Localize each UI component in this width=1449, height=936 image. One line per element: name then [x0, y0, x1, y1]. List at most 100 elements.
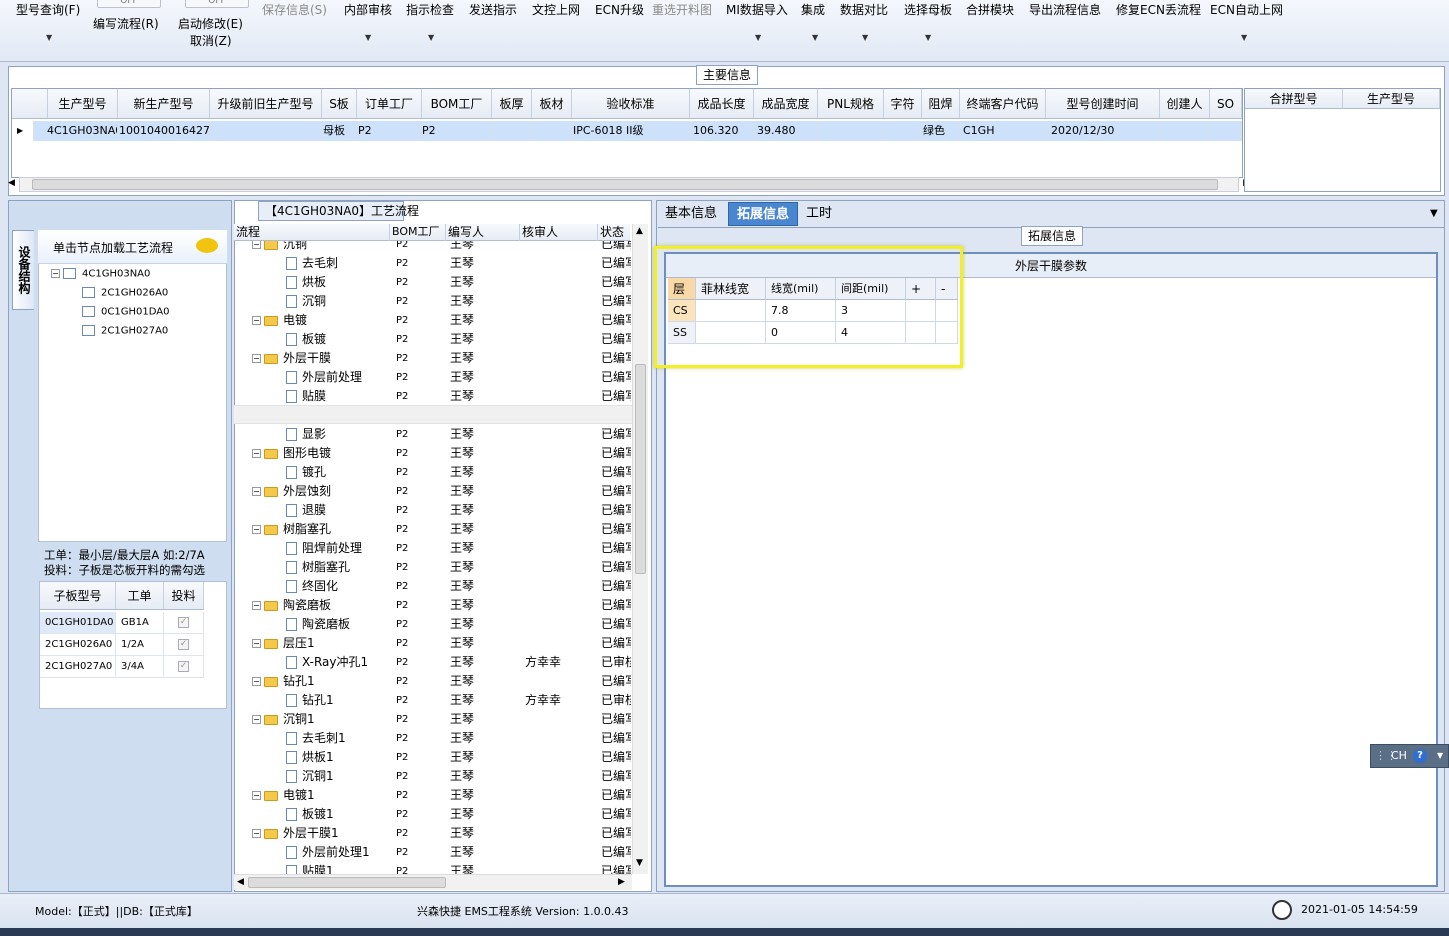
- process-row[interactable]: − 层压1 P2 王琴 已编写: [234, 634, 632, 653]
- scrollbar-thumb[interactable]: [635, 364, 646, 574]
- cell-sub-model[interactable]: 2C1GH027A0: [40, 656, 116, 678]
- collapse-icon[interactable]: −: [252, 316, 261, 325]
- menu-select-mother-board[interactable]: 选择母板: [904, 0, 952, 22]
- scrollbar-thumb[interactable]: [32, 179, 1218, 190]
- process-row[interactable]: 板镀1 P2 王琴 已编写: [234, 805, 632, 824]
- menu-integrate[interactable]: 集成: [801, 0, 825, 22]
- cell-sub-model[interactable]: 0C1GH01DA0: [40, 612, 116, 634]
- cell-sub-model[interactable]: 2C1GH026A0: [40, 634, 116, 656]
- menu-ecn-upgrade[interactable]: ECN升级: [595, 0, 644, 22]
- column-header[interactable]: S板: [322, 89, 357, 119]
- column-header[interactable]: 生产型号: [48, 89, 118, 119]
- process-row[interactable]: − 树脂塞孔 P2 王琴 已编写: [234, 520, 632, 539]
- menu-cancel[interactable]: 取消(Z): [190, 31, 232, 53]
- process-row[interactable]: 板镀 P2 王琴 已编写: [234, 330, 632, 349]
- horizontal-scrollbar[interactable]: ◀ ▶: [234, 874, 632, 890]
- ime-language[interactable]: CH: [1391, 745, 1407, 767]
- cell-create-time[interactable]: 2020/12/30: [1048, 121, 1160, 141]
- scrollbar-thumb[interactable]: [248, 877, 446, 888]
- collapse-icon[interactable]: −: [252, 715, 261, 724]
- menu-send-instruction[interactable]: 发送指示: [469, 0, 517, 22]
- process-row[interactable]: X-Ray冲孔1 P2 王琴 方幸幸 已审核: [234, 653, 632, 672]
- menu-mi-import[interactable]: MI数据导入: [726, 0, 788, 22]
- chevron-down-icon[interactable]: ▼: [46, 33, 52, 42]
- chevron-down-icon[interactable]: ▼: [925, 33, 931, 42]
- help-icon[interactable]: ?: [1413, 749, 1427, 763]
- collapse-icon[interactable]: −: [252, 601, 261, 610]
- cell-model[interactable]: 4C1GH03NA0: [44, 121, 118, 141]
- process-row[interactable]: 外层前处理1 P2 王琴 已编写: [234, 843, 632, 862]
- process-row[interactable]: 镀孔 P2 王琴 已编写: [234, 463, 632, 482]
- column-header[interactable]: BOM工厂: [422, 89, 492, 119]
- vertical-scrollbar[interactable]: ▲ ▼: [632, 224, 648, 874]
- process-row[interactable]: − 陶瓷磨板 P2 王琴 已编写: [234, 596, 632, 615]
- tree-node-child[interactable]: 0C1GH01DA0: [82, 306, 169, 318]
- cell-length[interactable]: 106.320: [690, 121, 754, 141]
- chevron-down-icon[interactable]: ▼: [1241, 33, 1247, 42]
- column-header[interactable]: 字符: [884, 89, 922, 119]
- column-header[interactable]: 成品长度: [690, 89, 754, 119]
- column-header[interactable]: 成品宽度: [754, 89, 818, 119]
- column-header[interactable]: 新生产型号: [118, 89, 210, 119]
- collapse-icon[interactable]: −: [252, 354, 261, 363]
- cell-so[interactable]: [1210, 121, 1242, 141]
- column-header[interactable]: 工单: [116, 582, 164, 610]
- menu-data-compare[interactable]: 数据对比: [840, 0, 888, 22]
- column-header[interactable]: 升级前旧生产型号: [210, 89, 322, 119]
- scroll-left-icon[interactable]: ◀: [8, 178, 15, 188]
- process-row[interactable]: 贴膜 P2 王琴 已编写: [234, 387, 632, 406]
- process-row[interactable]: 显影 P2 王琴 已编写: [234, 425, 632, 444]
- tree-node-child[interactable]: 2C1GH026A0: [82, 287, 168, 299]
- collapse-icon[interactable]: −: [252, 639, 261, 648]
- cell-sub-order[interactable]: 3/4A: [116, 656, 164, 678]
- process-row[interactable]: − 图形电镀 P2 王琴 已编写: [234, 444, 632, 463]
- chevron-down-icon[interactable]: ▼: [812, 33, 818, 42]
- column-header[interactable]: 状态: [598, 224, 630, 241]
- cell-order-factory[interactable]: P2: [355, 121, 422, 141]
- column-header[interactable]: BOM工厂: [390, 224, 446, 241]
- horizontal-scrollbar[interactable]: ◀ ▶: [8, 177, 1250, 192]
- cell-creator[interactable]: [1160, 121, 1210, 141]
- chevron-down-icon[interactable]: ▼: [1437, 745, 1443, 767]
- process-row[interactable]: 终固化 P2 王琴 已编写: [234, 577, 632, 596]
- process-row[interactable]: − 电镀 P2 王琴 已编写: [234, 311, 632, 330]
- collapse-icon[interactable]: −: [252, 525, 261, 534]
- process-row[interactable]: − 沉铜 P2 王琴 已编写: [234, 241, 632, 254]
- menu-reselect-cutting[interactable]: 重选开料图: [652, 0, 712, 22]
- tree-node-child[interactable]: 2C1GH027A0: [82, 325, 168, 337]
- tree-node-root[interactable]: − 4C1GH03NA0: [51, 268, 150, 280]
- menu-fix-ecn[interactable]: 修复ECN丢流程: [1116, 0, 1201, 22]
- process-row[interactable]: − 沉铜1 P2 王琴 已编写: [234, 710, 632, 729]
- cell-customer-code[interactable]: C1GH: [960, 121, 1046, 141]
- process-row[interactable]: 沉铜 P2 王琴 已编写: [234, 292, 632, 311]
- cell-width[interactable]: 39.480: [754, 121, 818, 141]
- menu-export-flow[interactable]: 导出流程信息: [1029, 0, 1101, 22]
- chevron-down-icon[interactable]: ▼: [1430, 208, 1438, 219]
- collapse-icon[interactable]: −: [252, 449, 261, 458]
- scroll-down-icon[interactable]: ▼: [636, 858, 643, 868]
- feed-checkbox[interactable]: ✓: [178, 661, 189, 672]
- column-header[interactable]: 子板型号: [40, 582, 116, 610]
- column-header[interactable]: 投料: [164, 582, 204, 610]
- scroll-left-icon[interactable]: ◀: [237, 877, 244, 887]
- cell-thickness[interactable]: [492, 121, 532, 141]
- process-row[interactable]: − 外层干膜 P2 王琴 已编写: [234, 349, 632, 368]
- column-header[interactable]: 生产型号: [1343, 89, 1440, 109]
- process-row[interactable]: − 外层蚀刻 P2 王琴 已编写: [234, 482, 632, 501]
- cell-solder-mask[interactable]: 绿色: [920, 121, 960, 141]
- process-row[interactable]: 去毛刺1 P2 王琴 已编写: [234, 729, 632, 748]
- column-header[interactable]: PNL规格: [818, 89, 884, 119]
- column-header[interactable]: 验收标准: [572, 89, 690, 119]
- tab-extended-info[interactable]: 拓展信息: [728, 202, 799, 226]
- column-header[interactable]: 合拼型号: [1245, 89, 1343, 109]
- column-header[interactable]: 编写人: [446, 224, 520, 241]
- process-row[interactable]: 沉铜1 P2 王琴 已编写: [234, 767, 632, 786]
- collapse-icon[interactable]: −: [252, 677, 261, 686]
- column-header[interactable]: 阻焊: [922, 89, 960, 119]
- cell-material[interactable]: [532, 121, 572, 141]
- cell-standard[interactable]: IPC-6018 II级: [570, 121, 690, 141]
- scroll-right-icon[interactable]: ▶: [618, 877, 625, 887]
- process-row[interactable]: 外层前处理 P2 王琴 已编写: [234, 368, 632, 387]
- toggle-stub[interactable]: OFF: [97, 0, 161, 8]
- process-row[interactable]: 钻孔1 P2 王琴 方幸幸 已审核: [234, 691, 632, 710]
